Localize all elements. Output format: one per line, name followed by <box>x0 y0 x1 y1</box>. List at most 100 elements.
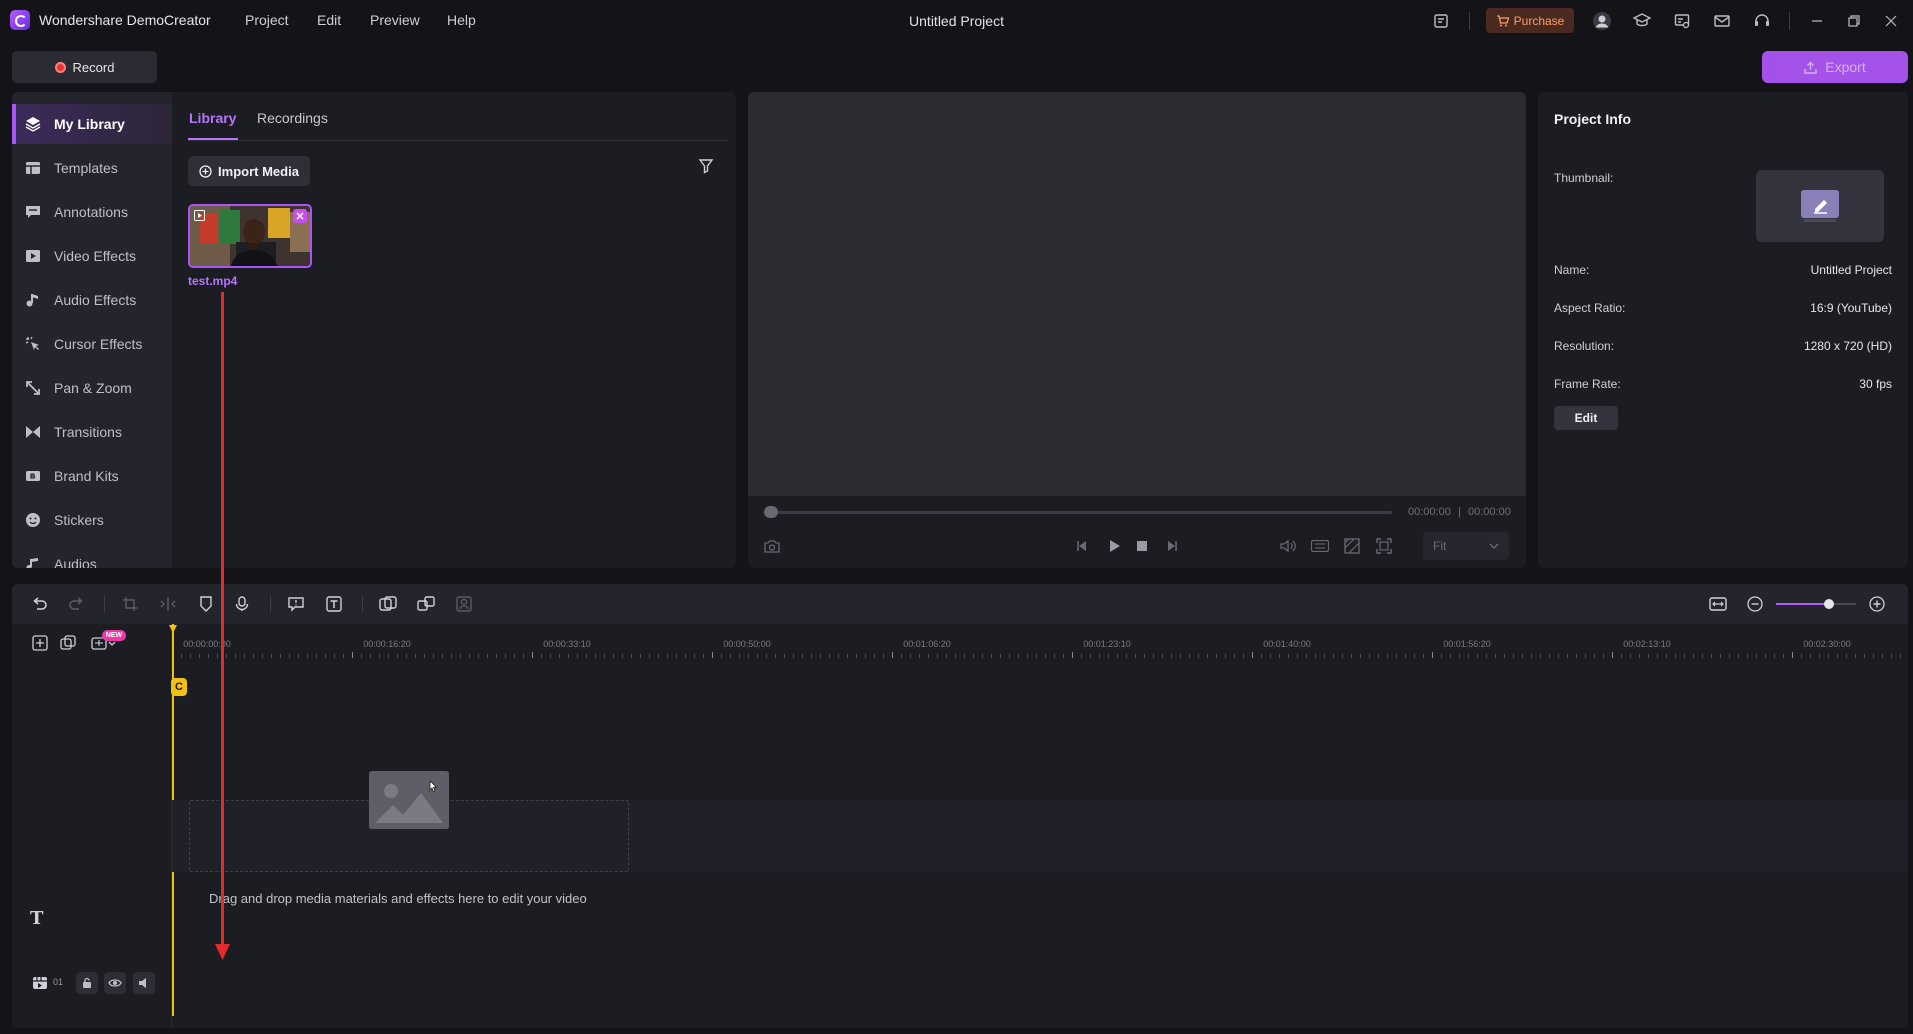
import-media-button[interactable]: Import Media <box>188 156 310 186</box>
timeline-ruler[interactable]: 00:00:00:00 00:00:16:20 00:00:33:10 00:0… <box>172 624 1908 658</box>
sidebar-item-my-library[interactable]: My Library <box>12 104 172 144</box>
sidebar-item-pan-zoom[interactable]: Pan & Zoom <box>12 368 172 408</box>
plus-circle-icon <box>199 164 212 178</box>
volume-icon[interactable] <box>1278 536 1298 556</box>
crop-icon[interactable] <box>120 594 140 614</box>
sidebar-item-video-effects[interactable]: Video Effects <box>12 236 172 276</box>
sidebar-item-label: Templates <box>54 160 118 176</box>
time-current: 00:00:00 <box>1408 506 1451 518</box>
ruler-label: 00:00:16:20 <box>363 639 411 649</box>
project-thumbnail[interactable] <box>1756 170 1884 242</box>
text-track-icon[interactable]: T <box>30 908 43 929</box>
fit-select[interactable]: Fit <box>1423 532 1509 560</box>
project-edit-button[interactable]: Edit <box>1554 406 1618 430</box>
minimize-icon[interactable] <box>1806 10 1828 32</box>
sidebar-item-audios[interactable]: Audios <box>12 544 172 568</box>
safe-zone-icon[interactable] <box>1342 536 1362 556</box>
preview-canvas[interactable] <box>748 92 1526 496</box>
audio-icon <box>24 555 42 568</box>
purchase-button[interactable]: Purchase <box>1486 8 1574 33</box>
filter-icon[interactable] <box>698 158 714 174</box>
fit-timeline-icon[interactable] <box>1708 594 1728 614</box>
account-icon[interactable] <box>1591 10 1613 32</box>
sidebar-item-brand-kits[interactable]: Brand Kits <box>12 456 172 496</box>
zoom-out-icon[interactable] <box>1745 594 1765 614</box>
ai-portrait-icon[interactable] <box>454 594 474 614</box>
video-track-icon <box>29 972 51 994</box>
lock-icon[interactable] <box>76 972 98 994</box>
screenshot-icon[interactable] <box>1671 10 1693 32</box>
sidebar-item-transitions[interactable]: Transitions <box>12 412 172 452</box>
resolution-value: 1280 x 720 (HD) <box>1803 339 1892 353</box>
tab-library[interactable]: Library <box>189 110 236 126</box>
undo-icon[interactable] <box>30 594 50 614</box>
mail-icon[interactable] <box>1711 10 1733 32</box>
notes-icon[interactable] <box>1430 10 1452 32</box>
sidebar-item-audio-effects[interactable]: Audio Effects <box>12 280 172 320</box>
media-filename[interactable]: test.mp4 <box>188 274 237 288</box>
add-track-icon[interactable] <box>31 634 49 652</box>
playhead-marker[interactable]: C <box>171 678 187 696</box>
record-dot-icon <box>54 61 66 73</box>
visibility-eye-icon[interactable] <box>104 972 126 994</box>
speaker-icon[interactable] <box>133 972 155 994</box>
annotation-icon <box>24 203 42 221</box>
track-number: 01 <box>53 977 64 987</box>
next-frame-icon[interactable] <box>1162 536 1182 556</box>
sidebar-item-cursor-effects[interactable]: Cursor Effects <box>12 324 172 364</box>
sidebar-item-label: Transitions <box>54 424 122 440</box>
restore-icon[interactable] <box>1843 10 1865 32</box>
previous-frame-icon[interactable] <box>1072 536 1092 556</box>
ungroup-icon[interactable] <box>416 594 436 614</box>
snapshot-icon[interactable] <box>762 536 782 556</box>
sidebar-item-label: Audio Effects <box>54 292 137 308</box>
menu-help[interactable]: Help <box>447 12 476 28</box>
seek-bar[interactable] <box>764 511 1392 514</box>
media-badge-icon <box>293 209 307 223</box>
pan-zoom-icon <box>24 379 42 397</box>
zoom-in-icon[interactable] <box>1867 594 1887 614</box>
marker-icon[interactable] <box>196 594 216 614</box>
menu-edit[interactable]: Edit <box>317 12 341 28</box>
ruler-label: 00:02:13:10 <box>1623 639 1671 649</box>
menu-project[interactable]: Project <box>245 12 289 28</box>
microphone-icon[interactable] <box>232 594 252 614</box>
record-button[interactable]: Record <box>12 51 157 83</box>
video-type-icon <box>194 210 205 221</box>
time-total: 00:00:00 <box>1468 506 1511 518</box>
sidebar-item-templates[interactable]: Templates <box>12 148 172 188</box>
ruler-label: 00:01:23:10 <box>1083 639 1131 649</box>
time-separator: | <box>1458 506 1461 518</box>
aspect-ratio-icon[interactable] <box>1310 536 1330 556</box>
text-box-icon[interactable] <box>324 594 344 614</box>
sidebar-item-label: Video Effects <box>54 248 136 264</box>
export-upload-icon <box>1804 61 1817 74</box>
sidebar-item-stickers[interactable]: Stickers <box>12 500 172 540</box>
group-icon[interactable] <box>378 594 398 614</box>
app-logo <box>10 10 30 30</box>
zoom-slider-handle[interactable] <box>1823 599 1834 609</box>
speech-bubble-icon[interactable] <box>286 594 306 614</box>
drop-hint-text: Drag and drop media materials and effect… <box>209 891 587 906</box>
close-icon[interactable] <box>1880 10 1902 32</box>
fullscreen-icon[interactable] <box>1374 536 1394 556</box>
music-note-icon <box>24 291 42 309</box>
support-icon[interactable] <box>1751 10 1773 32</box>
split-icon[interactable] <box>158 594 178 614</box>
stop-icon[interactable] <box>1132 536 1152 556</box>
tab-recordings[interactable]: Recordings <box>257 110 328 126</box>
redo-icon[interactable] <box>66 594 86 614</box>
track-manager-icon[interactable] <box>59 634 77 652</box>
sidebar-item-label: Stickers <box>54 512 104 528</box>
play-icon[interactable] <box>1104 536 1124 556</box>
media-thumbnail[interactable] <box>188 204 312 268</box>
sidebar-item-annotations[interactable]: Annotations <box>12 192 172 232</box>
edit-image-icon <box>1800 189 1840 223</box>
tutorial-icon[interactable] <box>1631 10 1653 32</box>
sidebar-item-label: Cursor Effects <box>54 336 143 352</box>
ruler-label: 00:01:06:20 <box>903 639 951 649</box>
seek-handle[interactable] <box>764 506 778 518</box>
purchase-label: Purchase <box>1513 13 1565 28</box>
export-button[interactable]: Export <box>1762 51 1908 83</box>
menu-preview[interactable]: Preview <box>370 12 420 28</box>
